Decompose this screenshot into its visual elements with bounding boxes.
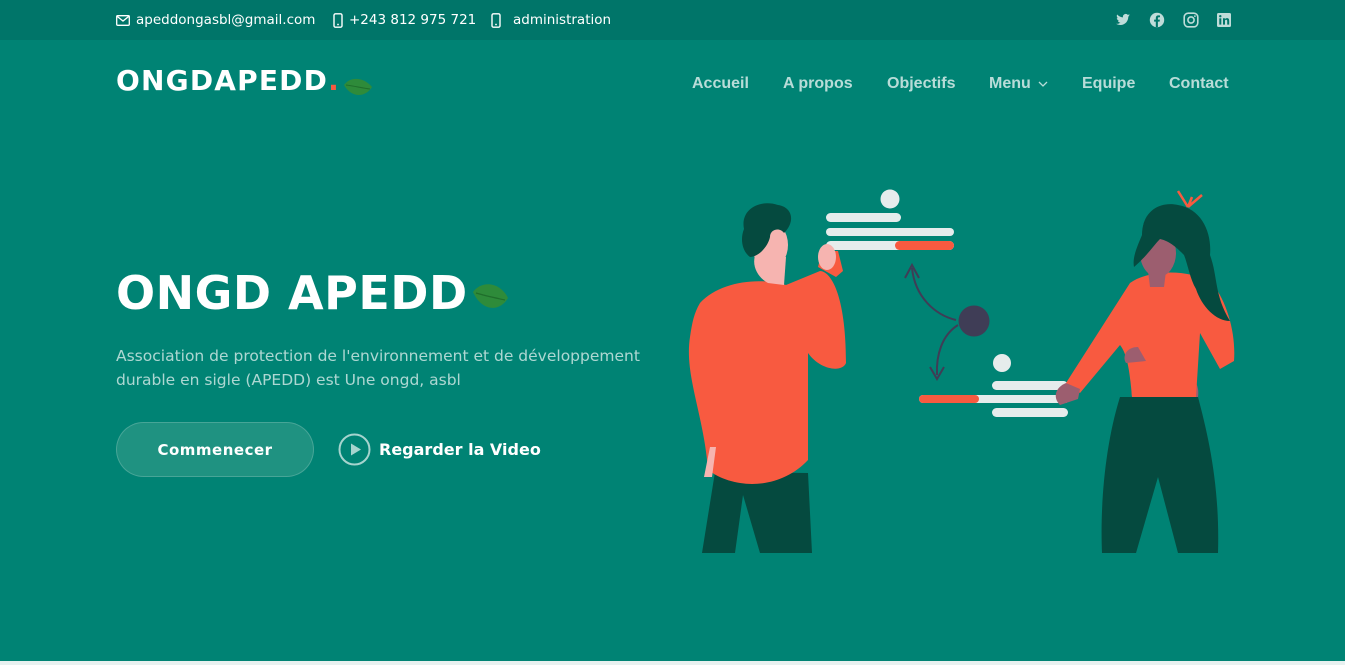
nav-contact[interactable]: Contact [1169,75,1229,93]
woman-figure [1055,190,1235,553]
leaf-icon [473,284,508,308]
site-logo[interactable]: ONGDAPEDD . [116,64,374,97]
play-circle-icon [338,433,371,466]
nav-accueil[interactable]: Accueil [692,75,749,93]
info-card-bottom [919,354,1069,417]
logo-text: ONGDAPEDD [116,64,329,97]
top-bar: apeddongasbl@gmail.com +243 812 975 721 … [0,0,1345,40]
hero-title: ONGD APEDD [116,266,468,320]
nav-menu[interactable]: Menu [989,75,1048,93]
chevron-down-icon [1038,81,1048,87]
info-card-top [826,189,954,250]
contact-phone[interactable]: +243 812 975 721 [333,11,476,29]
watch-video-label: Regarder la Video [379,440,541,459]
linkedin-icon[interactable] [1216,12,1232,28]
hero-illustration [688,189,1235,553]
hero-description: Association de protection de l'environne… [116,347,640,389]
phone-text: +243 812 975 721 [349,12,477,28]
nav-objectifs[interactable]: Objectifs [887,75,955,93]
phone-icon [491,12,501,28]
admin-text: administration [513,12,612,28]
email-text: apeddongasbl@gmail.com [136,12,316,28]
exchange-arrows [904,262,959,381]
envelope-icon [116,14,130,26]
twitter-icon[interactable] [1115,12,1131,28]
nav-a-propos[interactable]: A propos [783,75,853,93]
phone-icon [333,12,343,28]
logo-dot: . [328,64,340,97]
contact-email[interactable]: apeddongasbl@gmail.com [116,11,315,29]
leaf-icon [343,78,372,95]
nav-menu-label: Menu [989,75,1031,92]
man-figure [688,203,846,553]
contact-admin[interactable]: administration [491,11,611,29]
facebook-icon[interactable] [1149,12,1165,28]
instagram-icon[interactable] [1183,12,1199,28]
section-bottom-edge [0,661,1345,665]
nav-equipe[interactable]: Equipe [1082,75,1135,93]
watch-video-button[interactable]: Regarder la Video [338,433,541,466]
start-button[interactable]: Commenecer [116,422,314,477]
